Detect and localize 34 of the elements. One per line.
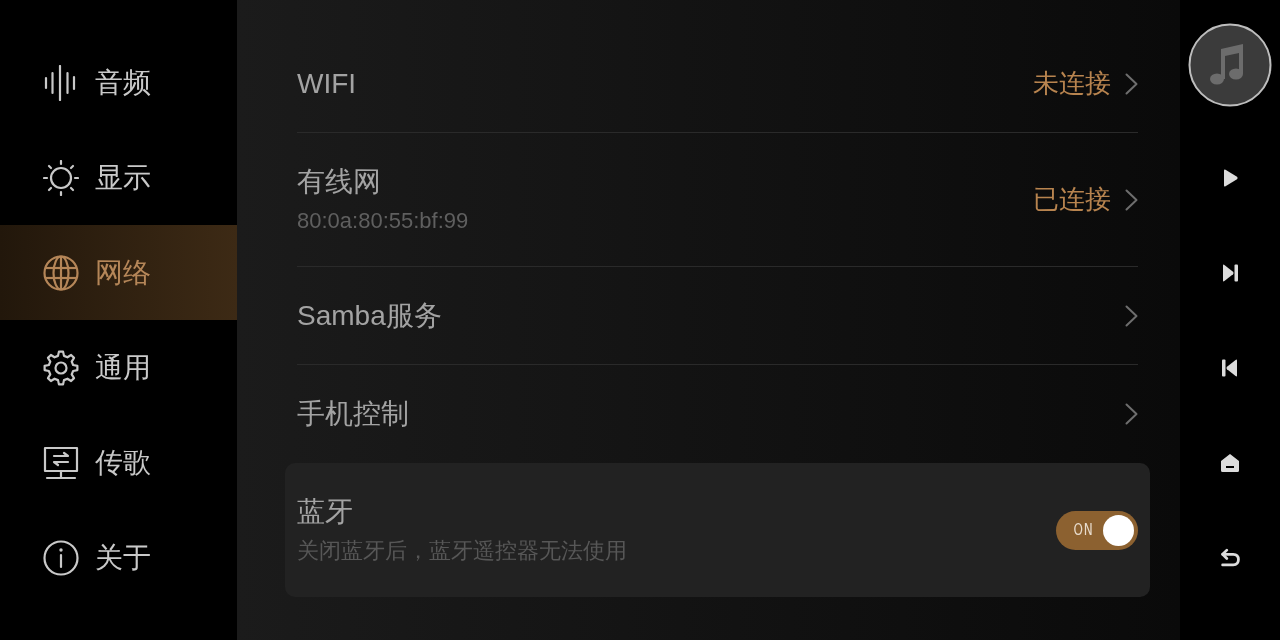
settings-row[interactable]: 手机控制 bbox=[297, 365, 1138, 463]
sidebar-item[interactable]: 关于 bbox=[0, 510, 237, 605]
status-text: 已连接 bbox=[1033, 183, 1111, 216]
knob-icon bbox=[1103, 514, 1134, 546]
chevron-right-icon bbox=[1125, 304, 1138, 327]
settings-row[interactable]: 有线网 80:0a:80:55:bf:99 已连接 bbox=[297, 133, 1138, 267]
sun-icon bbox=[43, 159, 79, 196]
chevron-right-icon bbox=[1125, 188, 1138, 211]
toggle-switch[interactable]: ON bbox=[1056, 510, 1138, 550]
skip-next-icon[interactable] bbox=[1220, 262, 1240, 283]
home-icon[interactable] bbox=[1220, 452, 1240, 473]
music-note-icon[interactable] bbox=[1188, 23, 1272, 107]
sidebar-item[interactable]: 网络 bbox=[0, 225, 237, 320]
row-title: 手机控制 bbox=[297, 397, 410, 431]
info-icon bbox=[43, 539, 79, 576]
monitor-transfer-icon bbox=[43, 444, 79, 481]
row-subtitle: 80:0a:80:55:bf:99 bbox=[297, 206, 470, 235]
gear-icon bbox=[43, 349, 79, 386]
settings-row[interactable]: WIFI 未连接 bbox=[297, 35, 1138, 133]
row-title: WIFI bbox=[297, 66, 358, 101]
row-title: 蓝牙 bbox=[297, 495, 354, 529]
back-icon[interactable] bbox=[1219, 548, 1241, 567]
sidebar-item[interactable]: 显示 bbox=[0, 130, 237, 225]
sidebar-item[interactable]: 通用 bbox=[0, 320, 237, 415]
skip-previous-icon[interactable] bbox=[1220, 357, 1240, 378]
row-title: Samba服务 bbox=[297, 298, 443, 333]
chevron-right-icon bbox=[1125, 72, 1138, 95]
row-title: 有线网 bbox=[297, 164, 382, 199]
settings-row[interactable]: Samba服务 bbox=[297, 267, 1138, 365]
globe-icon bbox=[43, 254, 79, 291]
sidebar-item[interactable]: 音频 bbox=[0, 35, 237, 130]
chevron-right-icon bbox=[1125, 403, 1138, 425]
status-text: 未连接 bbox=[1033, 67, 1111, 100]
sidebar-item[interactable]: 传歌 bbox=[0, 415, 237, 510]
